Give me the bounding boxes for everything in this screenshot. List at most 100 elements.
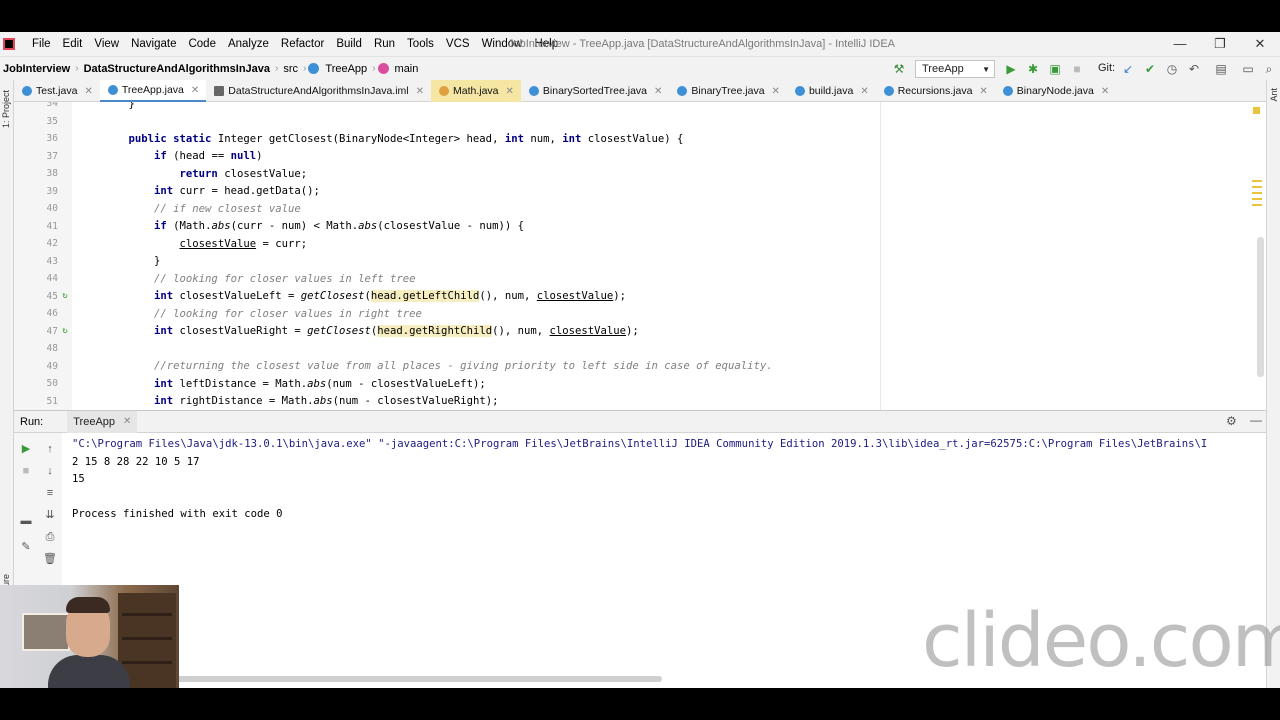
menu-build[interactable]: Build xyxy=(330,38,368,50)
tab-iml-file[interactable]: DataStructureAndAlgorithmsInJava.iml ✕ xyxy=(206,80,431,102)
tab-recursions-java[interactable]: Recursions.java ✕ xyxy=(876,80,995,102)
menu-code[interactable]: Code xyxy=(182,38,222,50)
menu-run[interactable]: Run xyxy=(368,38,401,50)
tab-binarysortedtree-java[interactable]: BinarySortedTree.java ✕ xyxy=(521,80,669,102)
run-configuration-select[interactable]: TreeApp ▼ xyxy=(915,60,995,78)
tab-test-java[interactable]: Test.java ✕ xyxy=(14,80,100,102)
breadcrumb-class[interactable]: TreeApp xyxy=(322,63,370,75)
breadcrumb-project[interactable]: JobInterview xyxy=(0,63,73,75)
menu-refactor[interactable]: Refactor xyxy=(275,38,330,50)
code-line: 44 // looking for closer values in left … xyxy=(46,272,416,285)
ant-tool-window-button[interactable]: Ant xyxy=(1269,88,1279,102)
hammer-icon[interactable]: ⚒ xyxy=(891,61,907,77)
close-icon[interactable]: ✕ xyxy=(416,86,424,97)
close-icon[interactable]: ✕ xyxy=(191,85,199,96)
tab-binarynode-java[interactable]: BinaryNode.java ✕ xyxy=(995,80,1116,102)
editor-tabs: Test.java ✕ TreeApp.java ✕ DataStructure… xyxy=(14,80,1266,102)
tab-math-java[interactable]: Math.java ✕ xyxy=(431,80,521,102)
warning-stripe[interactable] xyxy=(1252,204,1262,206)
close-icon[interactable]: ✕ xyxy=(84,86,92,97)
console-command-line: "C:\Program Files\Java\jdk-13.0.1\bin\ja… xyxy=(72,438,1208,450)
pin-icon[interactable]: ✎ xyxy=(18,539,34,555)
warning-stripe[interactable] xyxy=(1252,186,1262,188)
menu-view[interactable]: View xyxy=(88,38,125,50)
scroll-down-icon[interactable]: ↓ xyxy=(42,463,58,479)
coverage-icon[interactable]: ▣ xyxy=(1047,61,1063,77)
recursive-call-icon: ↻ xyxy=(62,291,68,302)
scroll-up-icon[interactable]: ↑ xyxy=(42,441,58,457)
menu-analyze[interactable]: Analyze xyxy=(222,38,275,50)
stop-icon[interactable]: ■ xyxy=(18,463,34,479)
tab-label: BinaryTree.java xyxy=(691,85,765,97)
close-icon[interactable]: ✕ xyxy=(1101,86,1109,97)
run-configuration-label: TreeApp xyxy=(922,63,964,75)
history-icon[interactable]: ◷ xyxy=(1164,61,1180,77)
vcs-commit-icon[interactable]: ✔ xyxy=(1142,61,1158,77)
chevron-right-icon: › xyxy=(275,63,279,74)
run-tab-label: TreeApp xyxy=(73,415,116,428)
code-line: 46 // looking for closer values in right… xyxy=(46,307,422,320)
code-line: 50 int leftDistance = Math.abs(num - clo… xyxy=(46,377,486,390)
close-icon[interactable]: ✕ xyxy=(860,86,868,97)
watermark: clideo.com xyxy=(922,598,1280,684)
print-icon[interactable]: ⎙ xyxy=(42,529,58,545)
menu-edit[interactable]: Edit xyxy=(57,38,89,50)
hide-panel-icon[interactable]: — xyxy=(1250,413,1262,427)
close-icon[interactable]: ✕ xyxy=(506,86,514,97)
debug-icon[interactable]: ✱ xyxy=(1025,61,1041,77)
warning-stripe[interactable] xyxy=(1252,198,1262,200)
close-icon[interactable]: ✕ xyxy=(979,86,987,97)
maximize-editor-icon[interactable]: ▭ xyxy=(1240,61,1256,77)
minimize-button[interactable]: — xyxy=(1160,32,1200,56)
run-tab-treeapp[interactable]: TreeApp ✕ xyxy=(67,410,138,433)
menu-navigate[interactable]: Navigate xyxy=(125,38,182,50)
class-icon xyxy=(107,85,118,95)
console-output-line: 2 15 8 28 22 10 5 17 xyxy=(72,455,200,468)
tab-binarytree-java[interactable]: BinaryTree.java ✕ xyxy=(669,80,787,102)
inspection-status-icon[interactable] xyxy=(1253,107,1260,114)
editor-vertical-scrollbar[interactable] xyxy=(1257,237,1264,377)
trash-icon[interactable]: 🗑 xyxy=(42,551,58,567)
vcs-update-icon[interactable]: ↙ xyxy=(1120,61,1136,77)
class-icon xyxy=(439,86,449,96)
navigation-bar: JobInterview › DataStructureAndAlgorithm… xyxy=(0,56,1280,80)
tab-treeapp-java[interactable]: TreeApp.java ✕ xyxy=(99,80,207,102)
console-horizontal-scrollbar[interactable] xyxy=(166,676,662,682)
menu-bar: File Edit View Navigate Code Analyze Ref… xyxy=(0,32,1280,56)
close-icon[interactable]: ✕ xyxy=(123,416,131,427)
chevron-right-icon: › xyxy=(75,63,79,74)
close-icon[interactable]: ✕ xyxy=(654,86,662,97)
code-editor[interactable]: 34 } 35 36 public static Integer getClos… xyxy=(14,102,1266,410)
close-button[interactable]: ✕ xyxy=(1240,32,1280,56)
right-tool-strip: Ant xyxy=(1266,80,1280,688)
tab-label: TreeApp.java xyxy=(121,84,184,96)
search-icon[interactable]: ⌕ xyxy=(1261,61,1277,77)
stop-icon[interactable]: ■ xyxy=(1069,61,1085,77)
warning-stripe[interactable] xyxy=(1252,180,1262,182)
tab-label: Math.java xyxy=(453,85,499,97)
scroll-to-end-icon[interactable]: ⇊ xyxy=(42,507,58,523)
code-line: 47 ↻ int closestValueRight = getClosest(h… xyxy=(46,325,639,338)
soft-wrap-icon[interactable]: ≡ xyxy=(42,485,58,501)
rerun-icon[interactable]: ▶ xyxy=(18,441,34,457)
intellij-logo-icon xyxy=(3,38,15,50)
ide-window: File Edit View Navigate Code Analyze Ref… xyxy=(0,32,1280,688)
breadcrumb-module[interactable]: DataStructureAndAlgorithmsInJava xyxy=(81,63,273,75)
close-icon[interactable]: ✕ xyxy=(772,86,780,97)
project-tool-window-button[interactable]: 1: Project xyxy=(1,90,11,128)
menu-tools[interactable]: Tools xyxy=(401,38,440,50)
class-icon xyxy=(308,63,320,74)
tab-build-java[interactable]: build.java ✕ xyxy=(787,80,876,102)
layout-icon[interactable]: ▬ xyxy=(18,513,34,529)
project-structure-icon[interactable]: ▤ xyxy=(1213,61,1229,77)
maximize-button[interactable]: ❐ xyxy=(1200,32,1240,56)
breadcrumb-method[interactable]: main xyxy=(392,63,422,75)
run-icon[interactable]: ▶ xyxy=(1003,61,1019,77)
menu-file[interactable]: File xyxy=(26,38,57,50)
gear-icon[interactable]: ⚙ xyxy=(1226,414,1237,428)
recursive-call-icon: ↻ xyxy=(62,326,68,337)
warning-stripe[interactable] xyxy=(1252,192,1262,194)
revert-icon[interactable]: ↶ xyxy=(1186,61,1202,77)
breadcrumb-src[interactable]: src xyxy=(280,63,301,75)
menu-vcs[interactable]: VCS xyxy=(440,38,476,50)
